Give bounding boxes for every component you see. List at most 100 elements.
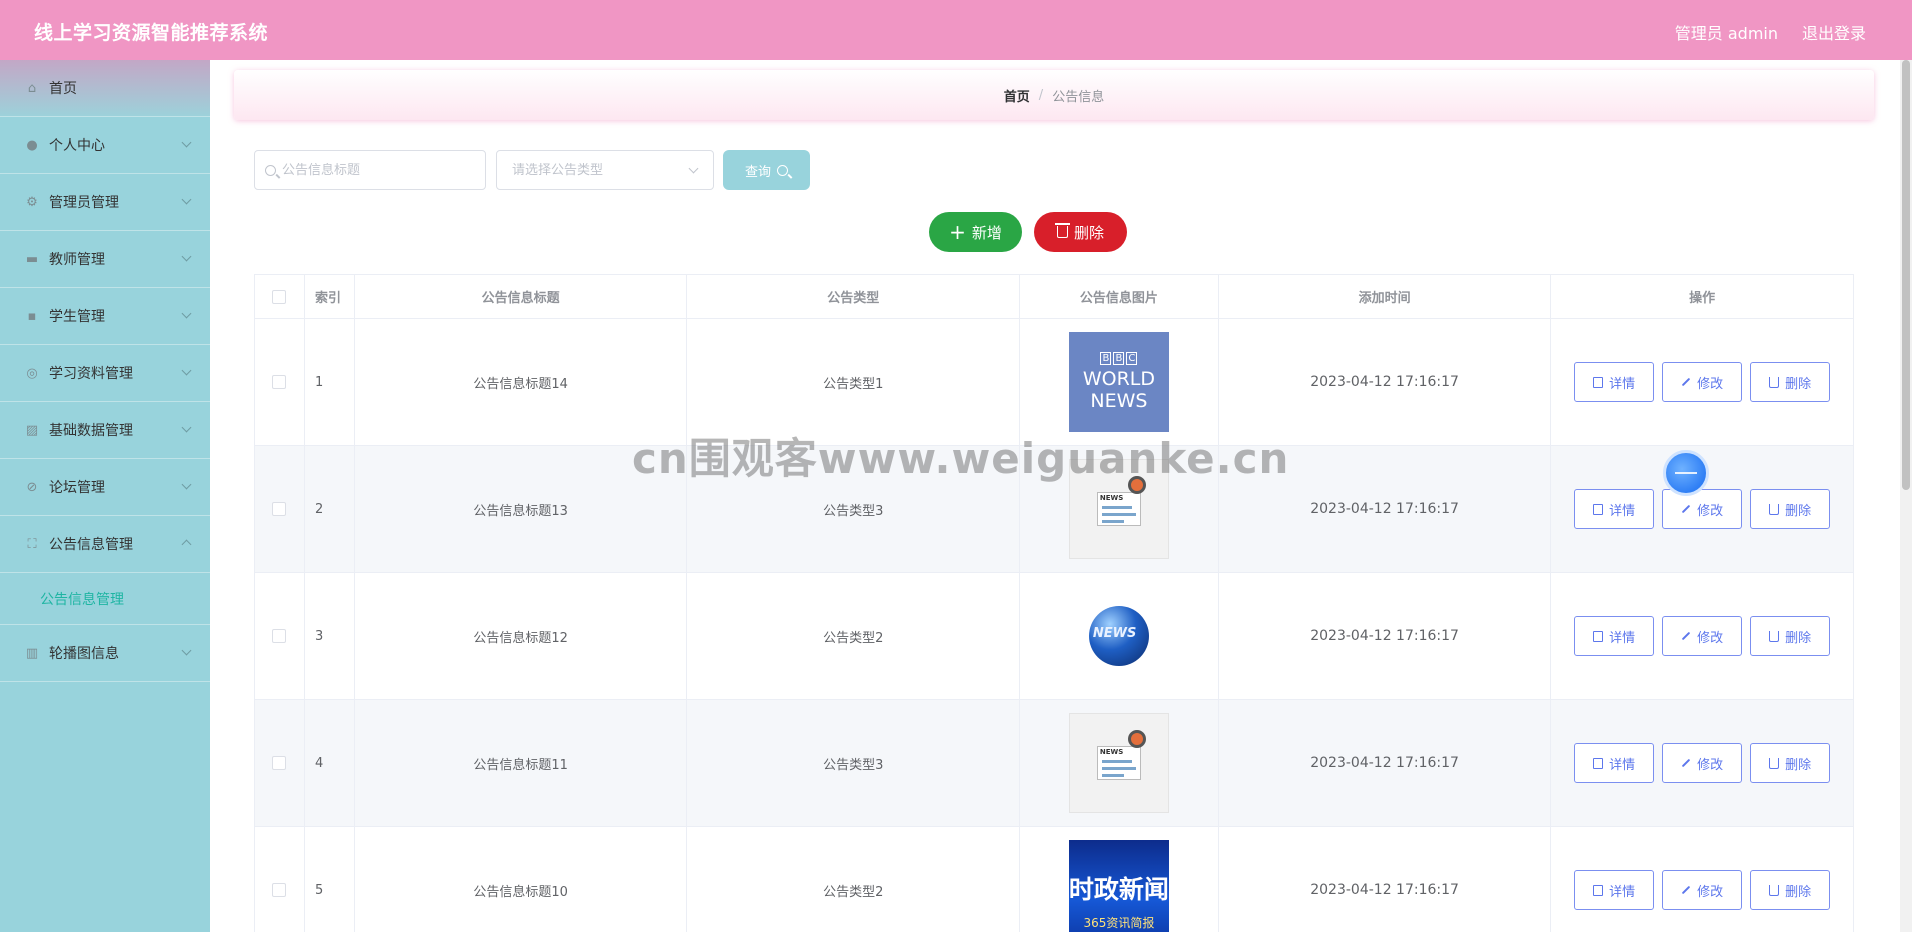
breadcrumb-separator: / bbox=[1038, 87, 1044, 103]
notice-image-newspaper: NEWS bbox=[1068, 713, 1169, 813]
detail-button[interactable]: 详情 bbox=[1574, 489, 1655, 529]
table-row: 1 公告信息标题14 公告类型1 B B C WORLD NEWS 2023-0… bbox=[255, 319, 1853, 446]
bbc-block: B bbox=[1100, 352, 1112, 365]
row-time: 2023-04-12 17:16:17 bbox=[1219, 827, 1552, 932]
edit-button[interactable]: 修改 bbox=[1662, 743, 1743, 783]
page-scrollbar[interactable] bbox=[1900, 60, 1912, 932]
row-checkbox[interactable] bbox=[272, 629, 287, 643]
newspaper-sheet: NEWS bbox=[1096, 746, 1141, 780]
header-type: 公告类型 bbox=[687, 275, 1021, 318]
sidebar-item-label: 管理员管理 bbox=[49, 195, 119, 211]
table-row: 3 公告信息标题12 公告类型2 NEWS 2023-04-12 17:16:1… bbox=[255, 573, 1853, 700]
query-button[interactable]: 查询 bbox=[723, 150, 810, 190]
document-icon bbox=[1593, 757, 1604, 769]
delete-button[interactable]: 删除 bbox=[1750, 489, 1831, 529]
sidebar-item-personal-center[interactable]: ● 个人中心 bbox=[0, 117, 210, 174]
edit-button[interactable]: 修改 bbox=[1662, 362, 1743, 402]
header-index: 索引 bbox=[305, 275, 355, 318]
document-icon bbox=[1593, 884, 1604, 896]
chevron-down-icon bbox=[181, 308, 192, 319]
sidebar-item-label: 论坛管理 bbox=[49, 480, 105, 496]
chevron-down-icon bbox=[181, 645, 192, 656]
add-button[interactable]: + 新增 bbox=[929, 212, 1022, 252]
delete-label: 删除 bbox=[1785, 884, 1812, 900]
delete-label: 删除 bbox=[1785, 757, 1812, 773]
notice-image-bbc: B B C WORLD NEWS bbox=[1068, 332, 1169, 432]
type-select[interactable] bbox=[496, 150, 714, 190]
edit-icon bbox=[1681, 631, 1691, 641]
delete-button[interactable]: 删除 bbox=[1750, 616, 1831, 656]
delete-button[interactable]: 删除 bbox=[1750, 362, 1831, 402]
detail-button[interactable]: 详情 bbox=[1574, 743, 1655, 783]
sidebar-item-material-manage[interactable]: ◎ 学习资料管理 bbox=[0, 345, 210, 402]
sidebar-item-label: 公告信息管理 bbox=[49, 537, 133, 553]
scrollbar-thumb[interactable] bbox=[1902, 60, 1910, 490]
sidebar-item-basic-data[interactable]: ▨ 基础数据管理 bbox=[0, 402, 210, 459]
detail-button[interactable]: 详情 bbox=[1574, 616, 1655, 656]
detail-button[interactable]: 详情 bbox=[1574, 362, 1655, 402]
delete-label: 删除 bbox=[1073, 223, 1104, 242]
edit-icon bbox=[1681, 377, 1691, 387]
logout-link[interactable]: 退出登录 bbox=[1802, 20, 1866, 44]
detail-label: 详情 bbox=[1609, 757, 1636, 773]
globe-graphic: NEWS bbox=[1088, 606, 1149, 666]
trash-icon bbox=[1769, 376, 1780, 388]
sidebar-item-admin-manage[interactable]: ⚙ 管理员管理 bbox=[0, 174, 210, 231]
detail-label: 详情 bbox=[1609, 503, 1636, 519]
row-title: 公告信息标题12 bbox=[355, 573, 688, 699]
sidebar-item-forum-manage[interactable]: ⊘ 论坛管理 bbox=[0, 459, 210, 516]
title-search-input[interactable] bbox=[282, 162, 472, 178]
row-time: 2023-04-12 17:16:17 bbox=[1219, 446, 1552, 572]
notice-table: 索引 公告信息标题 公告类型 公告信息图片 添加时间 操作 1 公告信息标题14… bbox=[254, 274, 1854, 932]
row-ops: 详情 修改 删除 bbox=[1551, 573, 1853, 699]
edit-button[interactable]: 修改 bbox=[1662, 870, 1743, 910]
type-select-input[interactable] bbox=[512, 162, 702, 178]
sidebar-item-teacher-manage[interactable]: ▬ 教师管理 bbox=[0, 231, 210, 288]
edit-label: 修改 bbox=[1697, 884, 1724, 900]
row-index: 5 bbox=[305, 827, 355, 932]
table-row: 5 公告信息标题10 公告类型2 时政新闻 365资讯简报 2023-04-12… bbox=[255, 827, 1853, 932]
row-image-cell: NEWS bbox=[1020, 446, 1219, 572]
notice-image-globe: NEWS bbox=[1068, 586, 1169, 686]
delete-label: 删除 bbox=[1785, 376, 1812, 392]
sidebar-item-label: 轮播图信息 bbox=[49, 646, 119, 662]
title-search-field[interactable] bbox=[254, 150, 486, 190]
row-type: 公告类型3 bbox=[687, 700, 1021, 826]
sidebar-item-carousel[interactable]: ▥ 轮播图信息 bbox=[0, 625, 210, 682]
edit-button[interactable]: 修改 bbox=[1662, 489, 1743, 529]
detail-button[interactable]: 详情 bbox=[1574, 870, 1655, 910]
sidebar-item-student-manage[interactable]: ▪ 学生管理 bbox=[0, 288, 210, 345]
trash-icon bbox=[1769, 630, 1780, 642]
newspaper-label: NEWS bbox=[1099, 748, 1124, 756]
fullscreen-icon: ⛶ bbox=[27, 536, 37, 552]
row-time: 2023-04-12 17:16:17 bbox=[1219, 319, 1552, 445]
sidebar-subitem-notice-manage[interactable]: 公告信息管理 bbox=[0, 573, 210, 625]
row-checkbox[interactable] bbox=[272, 883, 287, 897]
delete-button[interactable]: 删除 bbox=[1750, 870, 1831, 910]
sidebar-item-home[interactable]: ⌂ 首页 bbox=[0, 60, 210, 117]
batch-delete-button[interactable]: 删除 bbox=[1034, 212, 1127, 252]
delete-button[interactable]: 删除 bbox=[1750, 743, 1831, 783]
data-icon: ▥ bbox=[25, 645, 39, 661]
edit-label: 修改 bbox=[1697, 757, 1724, 773]
floating-assistant-ball[interactable] bbox=[1663, 450, 1709, 496]
newspaper-line bbox=[1101, 520, 1124, 523]
chevron-up-icon bbox=[181, 539, 192, 550]
magnifier-icon bbox=[1127, 730, 1146, 748]
row-checkbox[interactable] bbox=[272, 756, 287, 770]
sidebar-item-notice-manage[interactable]: ⛶ 公告信息管理 bbox=[0, 516, 210, 573]
row-checkbox[interactable] bbox=[272, 375, 287, 389]
row-checkbox[interactable] bbox=[272, 502, 287, 516]
chevron-down-icon bbox=[181, 251, 192, 262]
newspaper-line bbox=[1101, 506, 1132, 509]
newspaper-line bbox=[1101, 513, 1136, 516]
row-checkbox-cell bbox=[255, 827, 305, 932]
select-all-checkbox[interactable] bbox=[272, 289, 287, 304]
breadcrumb-home[interactable]: 首页 bbox=[1004, 86, 1030, 105]
sidebar-item-label: 基础数据管理 bbox=[49, 423, 133, 439]
globe-label: NEWS bbox=[1092, 626, 1137, 641]
row-time: 2023-04-12 17:16:17 bbox=[1219, 700, 1552, 826]
edit-button[interactable]: 修改 bbox=[1662, 616, 1743, 656]
bell-off-icon: ⊘ bbox=[26, 479, 38, 495]
row-image-cell: B B C WORLD NEWS bbox=[1020, 319, 1219, 445]
